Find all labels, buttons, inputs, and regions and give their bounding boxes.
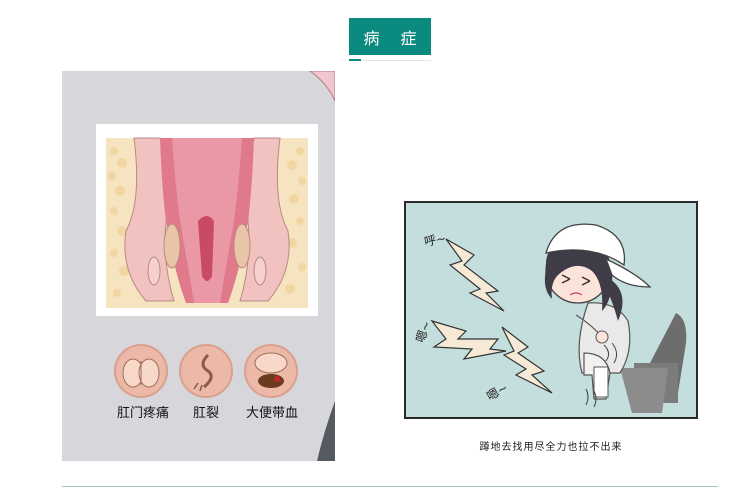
illustration-caption: 蹲地去找用尽全力也拉不出来 [479, 442, 623, 453]
title-underline [361, 59, 431, 61]
symptom-label-fissure: 肛裂 [192, 406, 219, 421]
section-divider [62, 486, 718, 487]
title-underline-accent [349, 59, 361, 61]
cartoon-illustration: 呼~ 嗯~ 嗯~ [404, 201, 698, 419]
section-title: 病 症 [349, 18, 431, 55]
page: 病 症 肛门疼痛 肛裂 大便带血 呼~ 嗯~ 嗯~ 蹲地去找用尽全力也拉不出来 [0, 0, 742, 496]
anatomy-illustration: 肛门疼痛 肛裂 大便带血 [62, 71, 335, 461]
cartoon-drawing [430, 223, 687, 413]
bloody-stool-icon [244, 344, 298, 398]
symptom-label-anal-pain: 肛门疼痛 [116, 406, 169, 421]
buttocks-pain-icon [114, 344, 168, 398]
symptom-label-bloody-stool: 大便带血 [245, 406, 298, 421]
fissure-icon [179, 344, 233, 398]
